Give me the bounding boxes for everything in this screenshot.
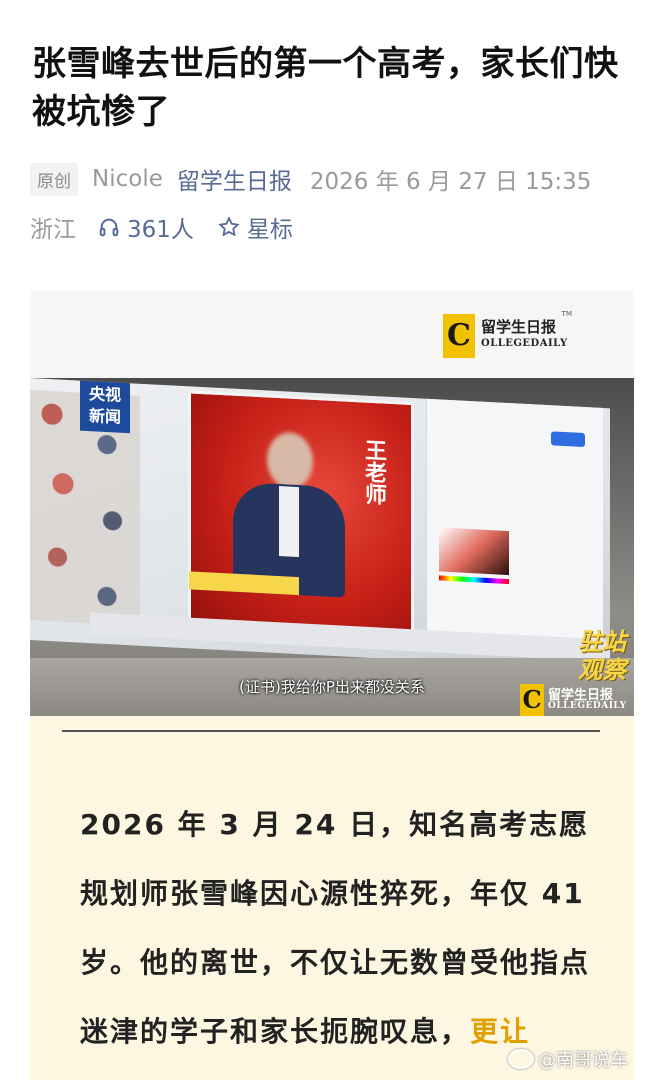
panel-button (551, 431, 585, 448)
logo-en-text-small: OLLEGEDAILY (548, 701, 627, 711)
article-body: 2026 年 3 月 24 日，知名高考志愿规划师张雪峰因心源性猝死，年仅 41… (30, 716, 634, 1080)
logo-en-text: OLLEGEDAILY (481, 338, 568, 349)
color-picker (439, 527, 509, 576)
collegedaily-logo-small: C 留学生日报 OLLEGEDAILY (520, 684, 632, 716)
cctv-news-logo: 央视 新闻 (80, 380, 130, 434)
logo-cn-text: 留学生日报 (481, 318, 557, 336)
region-label: 浙江 (30, 217, 76, 243)
publish-datetime: 2026 年 6 月 27 日 15:35 (309, 169, 592, 195)
article-image[interactable]: C 留学生日报 OLLEGEDAILY TM 央视 新闻 王老师 驻站 观察 (… (30, 290, 634, 716)
red-poster: 王老师 (188, 390, 414, 649)
editor-panel (426, 398, 603, 659)
logo-letter: C (443, 314, 475, 358)
logo-tm: TM (561, 310, 572, 318)
shirt (279, 486, 299, 558)
paragraph-highlight: 更让 (470, 1015, 531, 1048)
paragraph-text: 2026 年 3 月 24 日，知名高考志愿规划师张雪峰因心源性猝死，年仅 41… (80, 808, 591, 1048)
corner-tag-line1: 驻站 (578, 628, 626, 656)
watermark-text: @南哥说车 (538, 1050, 628, 1071)
logo-letter-small: C (520, 684, 544, 716)
hue-slider (439, 575, 509, 585)
star-icon (218, 216, 240, 238)
star-label: 星标 (246, 217, 293, 243)
account-name-link[interactable]: 留学生日报 (177, 162, 292, 196)
author-name: Nicole (92, 166, 163, 192)
collegedaily-logo: C 留学生日报 OLLEGEDAILY TM (443, 310, 572, 358)
original-badge: 原创 (30, 162, 78, 196)
article-paragraph: 2026 年 3 月 24 日，知名高考志愿规划师张雪峰因心源性猝死，年仅 41… (80, 790, 600, 1066)
poster-name: 王老师 (361, 438, 386, 506)
listen-count: 361人 (127, 217, 194, 243)
blurred-face (267, 431, 313, 490)
weibo-icon (508, 1049, 534, 1069)
cctv-line1: 央视 (88, 384, 121, 405)
headphones-icon (98, 216, 120, 238)
article-meta: 原创 Nicole 留学生日报 2026 年 6 月 27 日 15:35 浙江… (30, 160, 640, 246)
cctv-line2: 新闻 (88, 406, 121, 427)
star-button[interactable]: 星标 (218, 210, 293, 244)
divider (62, 730, 600, 732)
weibo-watermark: @南哥说车 (508, 1046, 628, 1072)
listen-button[interactable]: 361人 (98, 210, 194, 244)
article-title: 张雪峰去世后的第一个高考，家长们快被坑惨了 (32, 44, 619, 132)
news-photo: 央视 新闻 王老师 驻站 观察 (证书)我给你P出来都没关系 C 留学生日报 O… (30, 378, 634, 716)
